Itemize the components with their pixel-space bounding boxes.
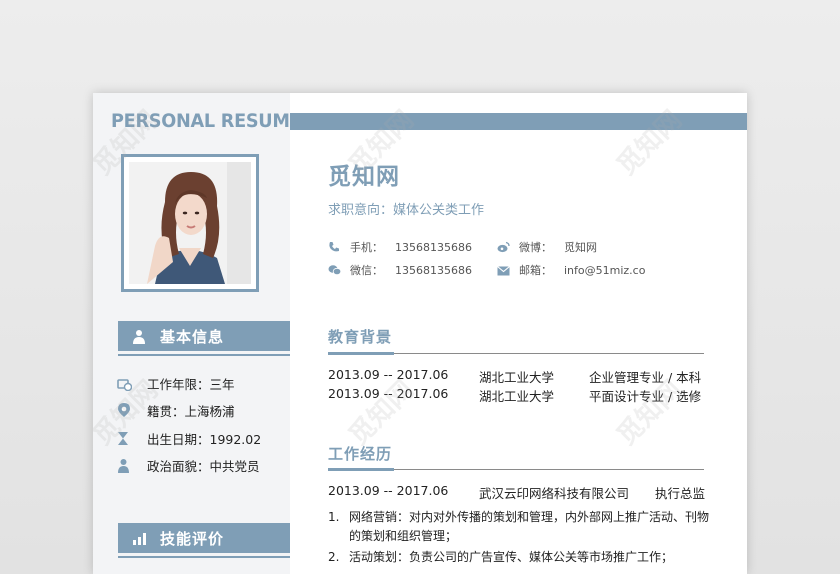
work-period: 2013.09 -- 2017.06 bbox=[328, 483, 449, 498]
work-accent bbox=[328, 468, 394, 471]
work-company: 武汉云印网络科技有限公司 bbox=[479, 486, 630, 501]
duty-number: 2. bbox=[328, 550, 340, 564]
duty-item: 2. 活动策划：负责公司的广告宣传、媒体公关等市场推广工作； bbox=[328, 548, 713, 568]
contact-mail: 邮箱： info@51miz.co bbox=[497, 262, 645, 278]
info-work-years: 工作年限：三年 bbox=[117, 373, 235, 393]
contact-phone: 手机： 13568135686 bbox=[328, 239, 472, 255]
contact-wechat: 微信： 13568135686 bbox=[328, 262, 472, 278]
contact-wechat-label: 微信： bbox=[350, 264, 383, 277]
briefcase-clock-icon bbox=[117, 376, 147, 391]
portrait-photo bbox=[129, 162, 251, 284]
header-bar bbox=[290, 113, 747, 130]
weibo-icon bbox=[497, 241, 519, 253]
work-position: 执行总监 bbox=[655, 486, 706, 501]
duty-item: 1. 网络营销：对内对外传播的策划和管理，内外部网上推广活动、刊物的策划和组织管… bbox=[328, 508, 713, 548]
education-school: 湖北工业大学 bbox=[479, 370, 555, 385]
education-accent bbox=[328, 352, 394, 355]
info-political-text: 政治面貌：中共党员 bbox=[147, 458, 260, 474]
info-birthdate-text: 出生日期：1992.02 bbox=[147, 431, 262, 447]
person-icon bbox=[117, 458, 147, 473]
education-school: 湖北工业大学 bbox=[479, 389, 555, 404]
contact-mail-label: 邮箱： bbox=[519, 264, 552, 277]
education-period: 2013.09 -- 2017.06 bbox=[328, 386, 449, 401]
person-icon bbox=[118, 329, 160, 344]
contact-weibo: 微博： 觅知网 bbox=[497, 239, 597, 255]
info-birthdate: 出生日期：1992.02 bbox=[117, 428, 261, 448]
bar-chart-icon bbox=[118, 532, 160, 545]
phone-icon bbox=[328, 241, 350, 253]
duty-text: 活动策划：负责公司的广告宣传、媒体公关等市场推广工作； bbox=[349, 550, 674, 564]
education-major: 企业管理专业 / 本科 bbox=[589, 370, 702, 385]
education-period: 2013.09 -- 2017.06 bbox=[328, 367, 449, 382]
contact-weibo-value: 觅知网 bbox=[564, 241, 597, 254]
education-major: 平面设计专业 / 选修 bbox=[589, 389, 702, 404]
wechat-icon bbox=[328, 264, 350, 276]
skills-title: 技能评价 bbox=[160, 529, 225, 548]
duty-text: 网络营销：对内对外传播的策划和管理，内外部网上推广活动、刊物的策划和组织管理； bbox=[349, 510, 710, 543]
skills-header: 技能评价 bbox=[118, 523, 290, 553]
basic-info-header: 基本信息 bbox=[118, 321, 290, 351]
duty-number: 1. bbox=[328, 510, 340, 524]
info-political: 政治面貌：中共党员 bbox=[117, 455, 260, 475]
contact-phone-label: 手机： bbox=[350, 241, 383, 254]
contact-weibo-label: 微博： bbox=[519, 241, 552, 254]
basic-info-title: 基本信息 bbox=[160, 327, 225, 346]
mail-icon bbox=[497, 265, 519, 276]
work-title: 工作经历 bbox=[328, 445, 393, 463]
info-hometown: 籍贯：上海杨浦 bbox=[117, 400, 235, 420]
location-pin-icon bbox=[117, 402, 147, 418]
info-hometown-text: 籍贯：上海杨浦 bbox=[147, 403, 235, 419]
skills-underline bbox=[118, 556, 290, 558]
candidate-name: 觅知网 bbox=[328, 164, 400, 190]
info-work-years-text: 工作年限：三年 bbox=[147, 376, 235, 392]
contact-phone-value: 13568135686 bbox=[395, 240, 472, 254]
job-intent: 求职意向：媒体公关类工作 bbox=[328, 203, 485, 218]
hourglass-icon bbox=[117, 431, 147, 446]
resume-paper: PERSONAL RESUME 基本信息 工作年限：三年 籍贯：上海杨浦 出生日… bbox=[93, 93, 747, 574]
photo-frame bbox=[121, 154, 259, 292]
resume-headline: PERSONAL RESUME bbox=[111, 110, 302, 132]
watermark: 觅知网 bbox=[343, 375, 420, 452]
contact-wechat-value: 13568135686 bbox=[395, 263, 472, 277]
education-title: 教育背景 bbox=[328, 328, 393, 346]
contact-mail-value: info@51miz.co bbox=[564, 263, 646, 277]
basic-info-underline bbox=[118, 354, 290, 356]
